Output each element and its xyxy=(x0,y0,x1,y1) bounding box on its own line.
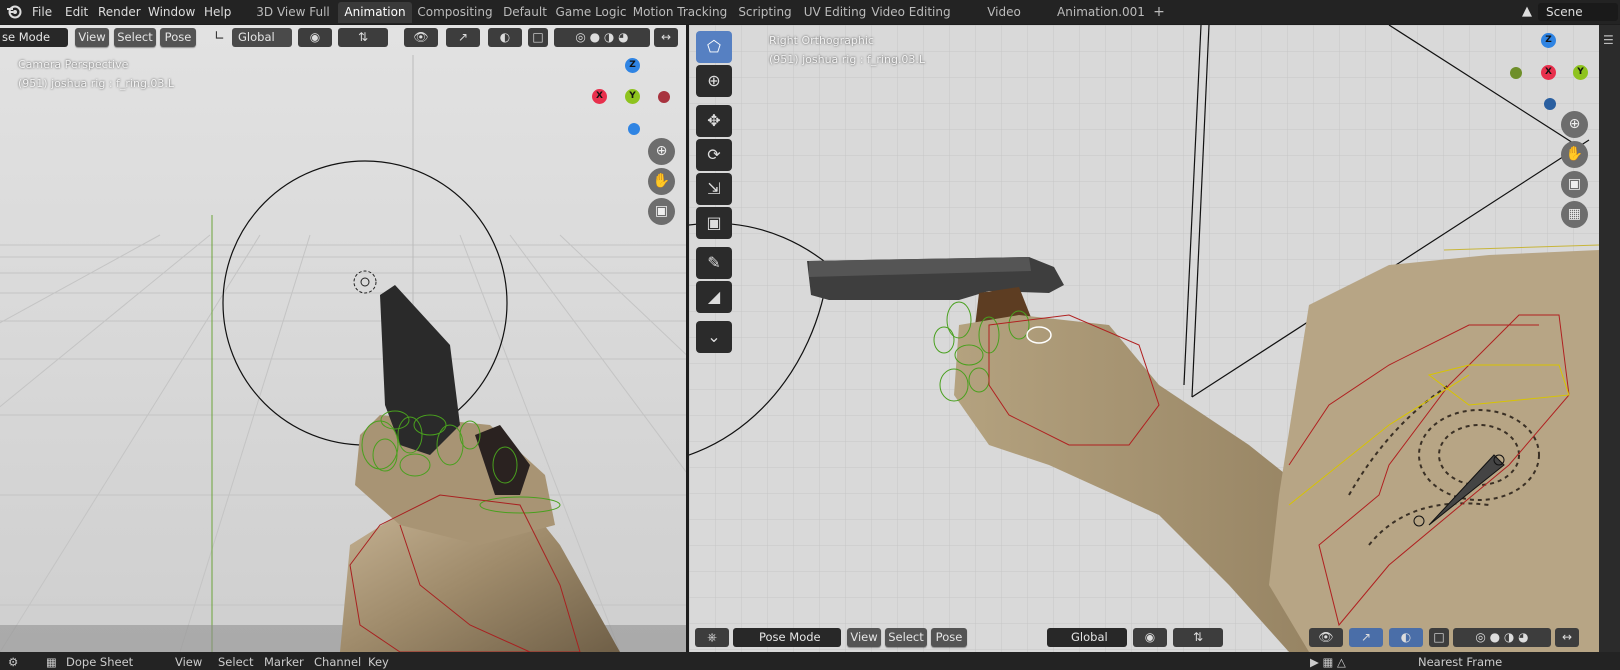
gizmo-x-axis[interactable]: X xyxy=(1541,65,1556,80)
dope-sheet-channel-menu[interactable]: Channel xyxy=(314,654,361,670)
pose-menu[interactable]: Pose xyxy=(931,628,967,647)
snapping-selector[interactable]: Nearest Frame xyxy=(1418,654,1510,670)
view-menu[interactable]: View xyxy=(847,628,881,647)
ortho-grid-icon[interactable]: ▦ xyxy=(1561,201,1588,228)
object-label: (951) joshua rig : f_ring.03.L xyxy=(18,77,175,90)
menu-window[interactable]: Window xyxy=(148,3,195,21)
left-3d-viewport[interactable]: se Mode View Select Pose ∟ Global ◉ ⇅ 👁 … xyxy=(0,25,686,652)
measure-icon[interactable]: ◢ xyxy=(696,281,732,313)
transform-icon[interactable]: ▣ xyxy=(696,207,732,239)
tab-game-logic[interactable]: Game Logic xyxy=(552,2,630,23)
left-viewport-scene xyxy=(0,25,686,652)
dope-sheet-view-menu[interactable]: View xyxy=(175,654,202,670)
select-menu[interactable]: Select xyxy=(114,28,156,47)
pose-menu[interactable]: Pose xyxy=(160,28,196,47)
mode-selector[interactable]: se Mode xyxy=(0,28,68,47)
pan-hand-icon[interactable]: ✋ xyxy=(1561,141,1588,168)
snap-icon[interactable]: ⇅ xyxy=(1173,628,1223,647)
gizmo-neg-y-axis[interactable] xyxy=(1510,67,1522,79)
zoom-icon[interactable]: ⊕ xyxy=(1561,111,1588,138)
tab-uv-editing[interactable]: UV Editing xyxy=(800,2,870,23)
dope-sheet-mode-icon: ▦ xyxy=(46,655,57,669)
menu-edit[interactable]: Edit xyxy=(65,3,88,21)
tab-3d-view-full[interactable]: 3D View Full xyxy=(250,2,336,23)
select-menu[interactable]: Select xyxy=(885,628,927,647)
gizmo-x-axis[interactable]: X xyxy=(592,89,607,104)
snap-icon[interactable]: ⇅ xyxy=(338,28,388,47)
tab-animation[interactable]: Animation xyxy=(338,2,412,23)
dope-sheet-key-menu[interactable]: Key xyxy=(368,654,389,670)
add-workspace-button[interactable]: + xyxy=(1148,2,1170,23)
cursor-icon[interactable]: ⊕ xyxy=(696,65,732,97)
gizmo-neg-x-axis[interactable] xyxy=(658,91,670,103)
properties-strip[interactable]: ☰ xyxy=(1599,25,1620,652)
view-name-label: Right Orthographic xyxy=(769,34,874,47)
xray-icon[interactable]: □ xyxy=(1429,628,1449,647)
gizmo-toggle-icon[interactable]: ↗ xyxy=(1349,628,1383,647)
xray-icon[interactable]: □ xyxy=(528,28,548,47)
mode-selector[interactable]: Pose Mode xyxy=(733,628,841,647)
dope-sheet-mode-selector[interactable]: Dope Sheet xyxy=(66,654,162,670)
scale-icon[interactable]: ⇲ xyxy=(696,173,732,205)
pivot-point-icon[interactable]: ◉ xyxy=(1133,628,1167,647)
tab-video-editing-001[interactable]: Video Editing.001 xyxy=(952,2,1056,40)
dope-sheet-filter-icons[interactable]: ▶ ▦ △ xyxy=(1310,654,1370,670)
menu-help[interactable]: Help xyxy=(204,3,231,21)
camera-view-icon[interactable]: ▣ xyxy=(1561,171,1588,198)
expand-icon[interactable]: ↔ xyxy=(654,28,678,47)
view-menu[interactable]: View xyxy=(75,28,109,47)
transform-orientation-icon: ∟ xyxy=(214,29,225,44)
gizmo-z-axis[interactable]: Z xyxy=(625,58,640,73)
tab-default[interactable]: Default xyxy=(498,2,552,23)
pose-tool-icon[interactable]: ⌄ xyxy=(696,321,732,353)
pan-hand-icon[interactable]: ✋ xyxy=(648,168,675,195)
right-viewport-scene xyxy=(689,25,1599,652)
blender-logo-icon[interactable] xyxy=(6,3,22,19)
gizmo-y-axis[interactable]: Y xyxy=(625,89,640,104)
rotate-icon[interactable]: ⟳ xyxy=(696,139,732,171)
overlay-icon[interactable]: ◐ xyxy=(1389,628,1423,647)
mode-label: Pose Mode xyxy=(759,630,821,644)
scene-selector[interactable]: Scene xyxy=(1538,3,1618,21)
gizmo-toggle-icon[interactable]: ↗ xyxy=(446,28,480,47)
shading-modes-icon[interactable]: ◎ ● ◑ ◕ xyxy=(554,28,650,47)
object-label: (951) joshua rig : f_ring.03.L xyxy=(769,53,926,66)
zoom-icon[interactable]: ⊕ xyxy=(648,138,675,165)
overlay-icon[interactable]: ◐ xyxy=(488,28,522,47)
select-box-icon[interactable]: ⬠ xyxy=(696,31,732,63)
orientation-selector[interactable]: Global xyxy=(232,28,292,47)
tab-animation-001[interactable]: Animation.001 xyxy=(1056,2,1146,23)
tab-motion-tracking[interactable]: Motion Tracking xyxy=(630,2,730,23)
expand-icon[interactable]: ↔ xyxy=(1555,628,1579,647)
gizmo-neg-z-axis[interactable] xyxy=(1544,98,1556,110)
visibility-icon[interactable]: 👁 xyxy=(404,28,438,47)
dope-sheet-editor-icon[interactable]: ⚙ xyxy=(8,654,32,670)
gizmo-z-axis[interactable]: Z xyxy=(1541,33,1556,48)
pivot-point-icon[interactable]: ◉ xyxy=(298,28,332,47)
orientation-selector[interactable]: Global xyxy=(1047,628,1127,647)
top-bar: File Edit Render Window Help 3D View Ful… xyxy=(0,0,1620,40)
camera-view-icon[interactable]: ▣ xyxy=(648,198,675,225)
gizmo-neg-z-axis[interactable] xyxy=(628,123,640,135)
move-icon[interactable]: ✥ xyxy=(696,105,732,137)
annotate-icon[interactable]: ✎ xyxy=(696,247,732,279)
panel-toggle-icon[interactable]: ☰ xyxy=(1603,33,1614,47)
tab-compositing[interactable]: Compositing xyxy=(412,2,498,23)
tab-scripting[interactable]: Scripting xyxy=(730,2,800,23)
shading-modes-icon[interactable]: ◎ ● ◑ ◕ xyxy=(1453,628,1551,647)
dope-sheet-marker-menu[interactable]: Marker xyxy=(264,654,304,670)
gizmo-y-axis[interactable]: Y xyxy=(1573,65,1588,80)
menu-file[interactable]: File xyxy=(32,3,52,21)
dope-sheet-select-menu[interactable]: Select xyxy=(218,654,253,670)
editor-type-icon[interactable]: ⎈ xyxy=(695,628,729,647)
visibility-icon[interactable]: 👁 xyxy=(1309,628,1343,647)
menu-render[interactable]: Render xyxy=(98,3,141,21)
tab-video-editing[interactable]: Video Editing xyxy=(870,2,952,23)
camera-label: Camera Perspective xyxy=(18,58,129,71)
orientation-label: Global xyxy=(1071,630,1108,644)
right-3d-viewport[interactable]: Right Orthographic (951) joshua rig : f_… xyxy=(689,25,1599,652)
dope-sheet-header: ⚙ ▦ Dope Sheet View Select Marker Channe… xyxy=(0,652,1620,670)
